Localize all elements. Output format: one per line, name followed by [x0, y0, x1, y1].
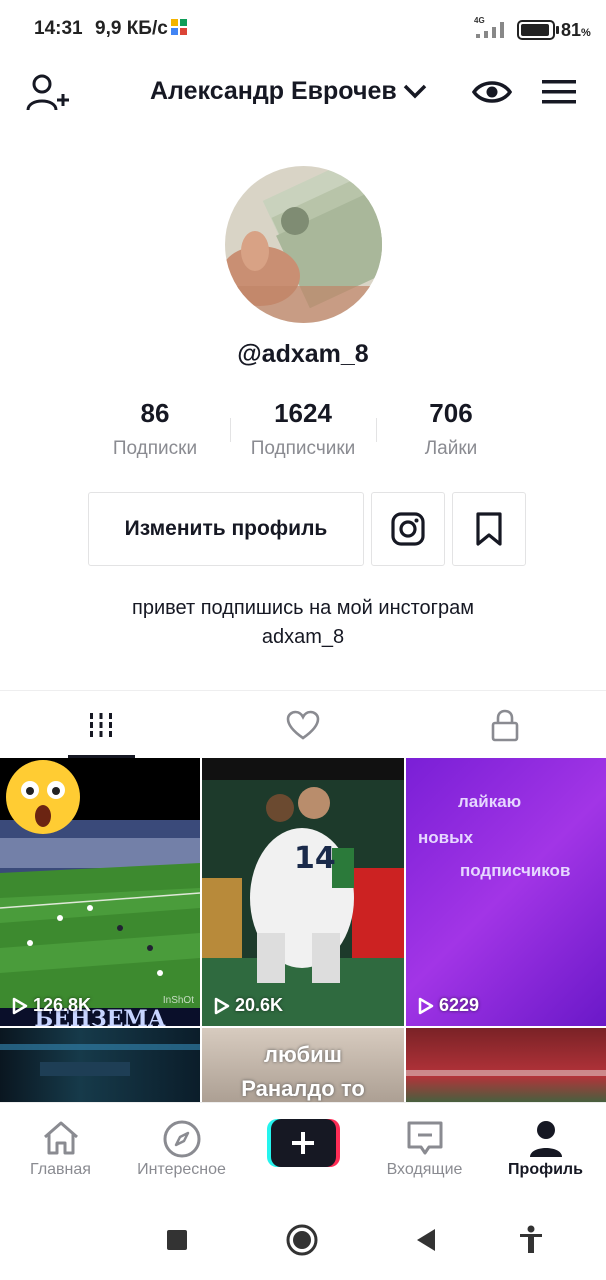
stat-label: Лайки [424, 438, 478, 459]
inbox-icon [407, 1121, 442, 1155]
video-grid: InShOt БЕНЗЕМА 126.8K 14 20.6K лайкаю но… [0, 758, 606, 1102]
battery-icon [517, 20, 559, 40]
video-thumbnail[interactable] [406, 1028, 606, 1102]
eye-icon[interactable] [472, 72, 512, 112]
content-tabs [0, 690, 606, 758]
stat-following[interactable]: 86 Подписки [80, 396, 230, 460]
stat-likes[interactable]: 706 Лайки [376, 396, 526, 460]
bottom-navigation: Главная Интересное Входящие Профиль [0, 1102, 606, 1200]
status-time: 14:31 [34, 18, 83, 39]
play-icon [418, 997, 434, 1014]
back-icon[interactable] [408, 1222, 444, 1258]
video-text: любиш [264, 1042, 342, 1067]
video-thumbnail[interactable]: лайкаю новых подписчиков 6229 [406, 758, 606, 1026]
status-bar: 14:31 9,9 КБ/с 4G 81% [0, 0, 606, 60]
instagram-button[interactable] [371, 492, 445, 566]
view-count: 126.8K [12, 995, 91, 1016]
profile-icon [529, 1121, 562, 1157]
battery-level: 81% [561, 20, 591, 40]
account-switcher[interactable]: Александр Еврочев [150, 74, 427, 108]
menu-icon[interactable] [540, 74, 578, 110]
view-count: 20.6K [214, 995, 283, 1016]
edit-profile-button[interactable]: Изменить профиль [88, 492, 364, 566]
jersey-number: 14 [294, 841, 336, 876]
avatar[interactable] [225, 166, 382, 323]
tab-liked[interactable] [202, 691, 404, 759]
watermark: InShOt [162, 995, 194, 1006]
nav-inbox[interactable]: Входящие [364, 1103, 485, 1201]
view-count: 6229 [418, 995, 479, 1016]
nav-discover[interactable]: Интересное [121, 1103, 242, 1201]
lock-icon [491, 709, 519, 742]
video-thumbnail[interactable]: InShOt БЕНЗЕМА 126.8K [0, 758, 200, 1026]
nav-home[interactable]: Главная [0, 1103, 121, 1201]
favorites-button[interactable] [452, 492, 526, 566]
create-video-button[interactable] [267, 1119, 340, 1167]
recents-icon[interactable] [159, 1222, 195, 1258]
stat-label: Подписчики [250, 438, 356, 459]
nav-label: Интересное [137, 1161, 226, 1178]
plus-icon [267, 1119, 340, 1167]
play-icon [214, 997, 230, 1014]
bio-line: привет подпишись на мой инстограм [132, 597, 474, 619]
grid-icon [90, 713, 112, 737]
video-thumbnail[interactable] [0, 1028, 200, 1102]
video-text: лайкаю [458, 792, 522, 811]
home-button-icon[interactable] [284, 1222, 320, 1258]
tab-private[interactable] [404, 691, 606, 759]
add-user-icon[interactable] [24, 70, 70, 116]
accessibility-icon[interactable] [513, 1222, 549, 1258]
stat-followers[interactable]: 1624 Подписчики [228, 396, 378, 460]
username-title: Александр Еврочев [150, 76, 397, 105]
video-thumbnail[interactable]: 14 20.6K [202, 758, 404, 1026]
tab-videos[interactable] [0, 691, 202, 759]
compass-icon [163, 1120, 200, 1158]
stat-value: 706 [429, 398, 473, 428]
signal-icon: 4G [474, 16, 510, 40]
stat-value: 1624 [274, 398, 332, 428]
home-icon [43, 1121, 78, 1155]
video-text: Раналдо то [241, 1076, 365, 1101]
user-handle: @adxam_8 [237, 340, 369, 368]
status-speed: 9,9 КБ/с [95, 18, 168, 39]
profile-bio: привет подпишись на мой инстограм adxam_… [0, 594, 606, 652]
nav-label: Главная [30, 1161, 91, 1178]
puzzle-icon [171, 19, 187, 35]
system-navigation-bar [0, 1200, 606, 1280]
shocked-emoji-icon [6, 760, 80, 834]
chevron-down-icon [403, 84, 426, 99]
bookmark-icon [476, 512, 502, 546]
heart-icon [286, 710, 320, 740]
bio-line: adxam_8 [261, 626, 345, 648]
nav-label: Входящие [386, 1161, 463, 1178]
nav-profile[interactable]: Профиль [485, 1103, 606, 1201]
video-text: новых [418, 828, 474, 847]
nav-label: Профиль [508, 1161, 583, 1178]
play-icon [12, 997, 28, 1014]
stat-label: Подписки [112, 438, 198, 459]
instagram-icon [391, 512, 425, 546]
profile-stats: 86 Подписки 1624 Подписчики 706 Лайки [80, 396, 526, 466]
video-thumbnail[interactable]: любиш Раналдо то [202, 1028, 404, 1102]
stat-value: 86 [140, 398, 170, 428]
profile-header: Александр Еврочев [0, 60, 606, 124]
video-text: подписчиков [460, 861, 571, 880]
